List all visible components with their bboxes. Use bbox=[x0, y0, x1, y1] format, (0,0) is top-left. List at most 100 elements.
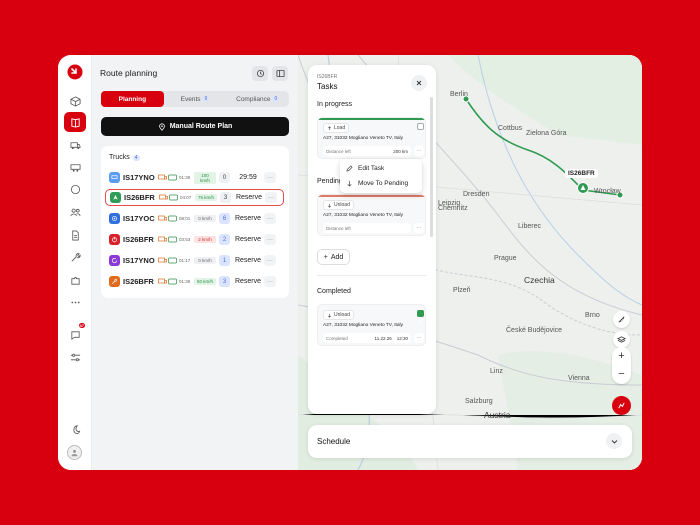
scrollbar[interactable] bbox=[430, 97, 433, 237]
driver-status-icon bbox=[168, 257, 177, 264]
tab-compliance[interactable]: Compliance 0 bbox=[226, 91, 289, 107]
task-card-pending[interactable]: Unload A27, 31032 Mogliano Veneto TV, It… bbox=[317, 194, 426, 236]
truck-action[interactable]: Reserve bbox=[234, 215, 262, 222]
map-book-icon[interactable] bbox=[64, 112, 86, 132]
close-button[interactable] bbox=[411, 75, 427, 91]
truck-more-button[interactable]: ··· bbox=[264, 234, 276, 245]
task-more-button[interactable]: ··· bbox=[414, 223, 424, 233]
task-count: 2 bbox=[219, 234, 230, 245]
unload-icon bbox=[328, 203, 331, 208]
add-task-button[interactable]: + Add bbox=[317, 249, 350, 265]
truck-action[interactable]: Reserve bbox=[234, 236, 262, 243]
city-label: Plzeň bbox=[453, 287, 471, 294]
tab-label: Compliance bbox=[236, 95, 271, 103]
truck-row[interactable]: IS26BFR 04:07 75 km/h 3 Reserve ··· bbox=[105, 189, 284, 206]
manual-route-plan-button[interactable]: Manual Route Plan bbox=[101, 117, 289, 136]
task-context-menu: Edit Task Move To Pending bbox=[340, 159, 422, 193]
zoom-in-button[interactable]: + bbox=[612, 347, 631, 365]
truck-more-button[interactable]: ··· bbox=[264, 276, 276, 287]
tab-planning[interactable]: Planning bbox=[101, 91, 164, 107]
task-card-in-progress[interactable]: Load A27, 31032 Mogliano Veneto TV, Ital… bbox=[317, 117, 426, 159]
schedule-bar[interactable]: Schedule bbox=[308, 425, 632, 458]
avatar[interactable] bbox=[67, 445, 82, 460]
truck-more-button[interactable]: ··· bbox=[264, 172, 276, 183]
completed-heading: Completed bbox=[317, 288, 351, 295]
truck-action[interactable]: Reserve bbox=[235, 194, 263, 201]
truck-action[interactable]: 29:59 bbox=[234, 174, 262, 181]
tasks-title: Tasks bbox=[317, 82, 338, 91]
navigation-icon bbox=[110, 192, 121, 203]
power-icon bbox=[109, 234, 120, 245]
task-count: 0 bbox=[219, 172, 230, 183]
schedule-toggle-button[interactable] bbox=[606, 433, 622, 449]
truck-row[interactable]: IS26BFR 01:39 50 km/h 3 Reserve ··· bbox=[105, 273, 284, 290]
chat-icon[interactable] bbox=[64, 179, 86, 199]
filters-icon[interactable] bbox=[64, 347, 86, 367]
route-truck-label[interactable]: IS26BFR bbox=[565, 169, 598, 178]
task-checkbox[interactable] bbox=[417, 123, 424, 130]
city-label: České Budějovice bbox=[506, 327, 563, 334]
city-label: Vienna bbox=[568, 375, 590, 382]
task-type-chip: Load bbox=[323, 123, 350, 133]
box-icon[interactable] bbox=[64, 91, 86, 111]
truck-icon[interactable] bbox=[64, 135, 86, 155]
users-icon[interactable] bbox=[64, 202, 86, 222]
task-type-label: Load bbox=[334, 125, 346, 131]
speed-badge: 100 km/h bbox=[194, 171, 216, 184]
trailer-status-icon bbox=[158, 174, 167, 180]
truck-action[interactable]: Reserve bbox=[234, 257, 262, 264]
zoom-control: + − bbox=[612, 347, 631, 384]
truck-row[interactable]: IS17YOC 08:01 0 km/h 6 Reserve ··· bbox=[105, 210, 284, 227]
document-icon[interactable] bbox=[64, 225, 86, 245]
layers-button[interactable] bbox=[613, 331, 630, 348]
move-to-pending-label: Move To Pending bbox=[358, 180, 409, 187]
more-icon[interactable] bbox=[64, 292, 86, 312]
driver-status-icon bbox=[168, 215, 177, 222]
page-title: Route planning bbox=[100, 68, 158, 78]
task-more-button[interactable]: ··· bbox=[414, 333, 424, 343]
truck-id: IS26BFR bbox=[124, 193, 155, 202]
tab-bar: Planning Events 9 Compliance 0 bbox=[101, 91, 289, 107]
puzzle-icon[interactable] bbox=[64, 270, 86, 290]
alerts-icon[interactable]: 47 bbox=[64, 323, 86, 345]
task-address: A27, 31032 Mogliano Veneto TV, Italy bbox=[323, 323, 404, 328]
truck-more-button[interactable]: ··· bbox=[265, 192, 277, 203]
refresh-icon bbox=[109, 255, 120, 266]
status-line bbox=[318, 118, 425, 120]
task-type-chip: Unload bbox=[323, 310, 354, 320]
truck-action[interactable]: Reserve bbox=[234, 278, 262, 285]
ruler-icon bbox=[618, 316, 625, 323]
trailer-icon[interactable] bbox=[64, 157, 86, 177]
edit-task-item[interactable]: Edit Task bbox=[346, 165, 384, 172]
move-to-pending-item[interactable]: Move To Pending bbox=[346, 180, 408, 187]
sidebar-toggle-button[interactable] bbox=[272, 66, 288, 81]
drive-time: 08:01 bbox=[179, 216, 191, 221]
zoom-out-button[interactable]: − bbox=[612, 365, 631, 383]
drive-time: 01:17 bbox=[179, 258, 191, 263]
truck-row[interactable]: IS26BFR 03:53 2 km/h 2 Reserve ··· bbox=[105, 231, 284, 248]
task-count: 3 bbox=[219, 276, 230, 287]
truck-more-button[interactable]: ··· bbox=[264, 213, 276, 224]
route-marker-button[interactable] bbox=[612, 396, 631, 415]
task-more-button[interactable]: ··· bbox=[414, 146, 424, 156]
plus-icon: + bbox=[323, 253, 328, 261]
truck-id: IS17YOC bbox=[123, 214, 155, 223]
wrench-icon[interactable] bbox=[64, 247, 86, 267]
city-label: Prague bbox=[494, 255, 517, 262]
tab-events[interactable]: Events 9 bbox=[164, 91, 227, 107]
divider bbox=[317, 275, 426, 276]
truck-row[interactable]: IS17YNO 01:17 0 km/h 1 Reserve ··· bbox=[105, 252, 284, 269]
moon-icon[interactable] bbox=[64, 419, 86, 439]
task-checkbox-checked[interactable] bbox=[417, 310, 424, 322]
ruler-button[interactable] bbox=[613, 311, 630, 328]
task-card-completed[interactable]: Unload A27, 31032 Mogliano Veneto TV, It… bbox=[317, 304, 426, 346]
truck-row[interactable]: IS17YNO 01:39 100 km/h 0 29:59 ··· bbox=[105, 169, 284, 186]
truck-more-button[interactable]: ··· bbox=[264, 255, 276, 266]
speed-badge: 0 km/h bbox=[194, 257, 216, 264]
trailer-status-icon bbox=[158, 278, 167, 284]
city-label: Wrocław bbox=[594, 188, 621, 195]
meta-label: Distance left bbox=[326, 148, 351, 154]
trailer-status-icon bbox=[158, 257, 167, 263]
history-button[interactable] bbox=[252, 66, 268, 81]
brand-logo[interactable] bbox=[67, 64, 83, 80]
